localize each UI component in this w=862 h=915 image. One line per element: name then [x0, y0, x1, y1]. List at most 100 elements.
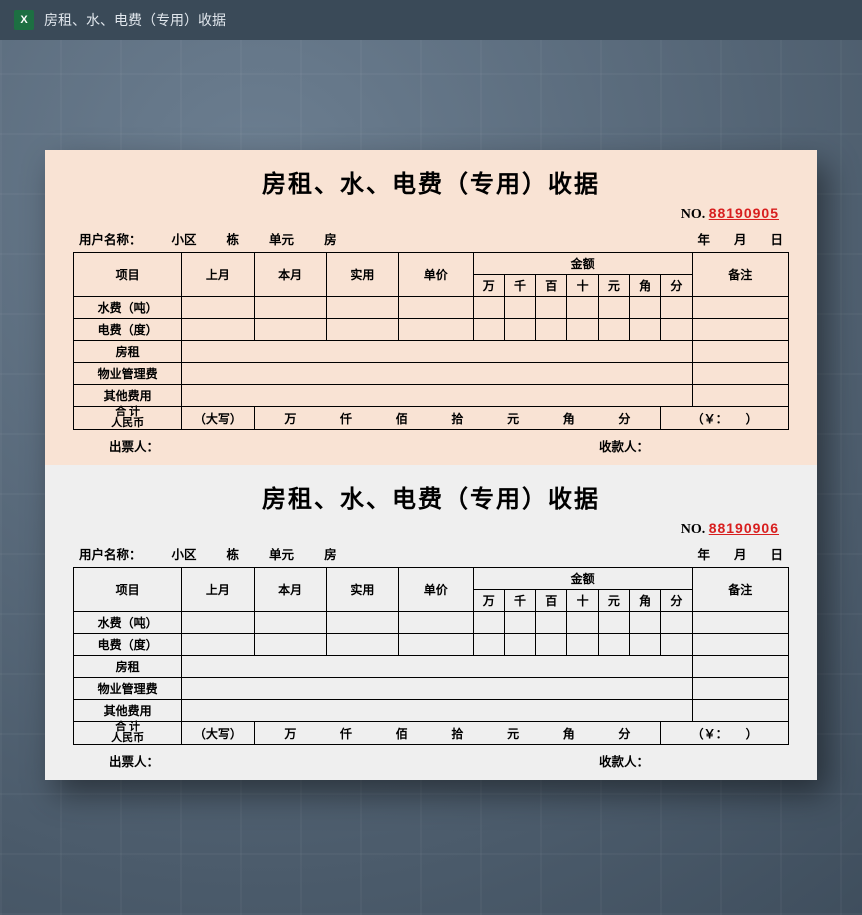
amt-shi: 十 — [567, 590, 598, 612]
excel-icon: X — [14, 10, 34, 30]
row-label: 物业管理费 — [74, 363, 182, 385]
receipt-number: 88190906 — [709, 520, 779, 536]
total-units: 万 仟 佰 拾 元 角 分 — [254, 722, 661, 745]
day-label: 日 — [770, 544, 783, 563]
amt-shi: 十 — [567, 275, 598, 297]
year-label: 年 — [697, 544, 710, 563]
row-label: 房租 — [74, 656, 182, 678]
row-label: 水费（吨） — [74, 612, 182, 634]
amt-wan: 万 — [473, 590, 504, 612]
header-row-1: 项目 上月 本月 实用 单价 金额 备注 — [74, 253, 789, 275]
month-label: 月 — [734, 544, 747, 563]
month-label: 月 — [734, 229, 747, 248]
number-label: NO. — [681, 522, 706, 537]
user-date-line: 用户名称： 小区 栋 单元 房 年 月 日 — [73, 229, 789, 248]
row-label: 电费（度） — [74, 319, 182, 341]
receipt-number-row: NO. 88190906 — [73, 520, 789, 538]
room-label: 房 — [324, 544, 337, 563]
amt-yuan: 元 — [598, 275, 629, 297]
total-row: 合 计人民币 （大写） 万 仟 佰 拾 元 角 分 （￥： — [74, 722, 789, 745]
col-amount: 金额 — [473, 568, 692, 590]
table-row: 其他费用 — [74, 700, 789, 722]
date-fields: 年 月 日 — [697, 229, 783, 248]
total-label: 合 计人民币 — [74, 407, 182, 430]
amt-qian: 千 — [504, 275, 535, 297]
receipt-title: 房租、水、电费（专用）收据 — [73, 479, 789, 514]
day-label: 日 — [770, 229, 783, 248]
amt-jiao: 角 — [630, 275, 661, 297]
receipt-1: 房租、水、电费（专用）收据 NO. 88190905 用户名称： 小区 栋 单元… — [45, 150, 817, 465]
amt-fen: 分 — [661, 275, 692, 297]
year-label: 年 — [697, 229, 710, 248]
row-label: 水费（吨） — [74, 297, 182, 319]
table-row: 物业管理费 — [74, 363, 789, 385]
col-price: 单价 — [398, 568, 473, 612]
amt-fen: 分 — [661, 590, 692, 612]
row-label: 其他费用 — [74, 700, 182, 722]
user-label: 用户名称： — [79, 229, 142, 248]
payee-label: 收款人： — [599, 751, 779, 770]
table-row: 电费（度） — [74, 634, 789, 656]
table-row: 房租 — [74, 656, 789, 678]
drawer-label: 出票人： — [109, 436, 599, 455]
table-row: 电费（度） — [74, 319, 789, 341]
title-bar: X 房租、水、电费（专用）收据 — [0, 0, 862, 40]
date-fields: 年 月 日 — [697, 544, 783, 563]
row-label: 其他费用 — [74, 385, 182, 407]
col-note: 备注 — [692, 568, 788, 612]
table-row: 水费（吨） — [74, 612, 789, 634]
user-label: 用户名称： — [79, 544, 142, 563]
user-fields: 用户名称： 小区 栋 单元 房 — [79, 229, 697, 248]
total-yen: （￥： ） — [661, 722, 789, 745]
amt-jiao: 角 — [630, 590, 661, 612]
col-item: 项目 — [74, 568, 182, 612]
total-units: 万 仟 佰 拾 元 角 分 — [254, 407, 661, 430]
col-price: 单价 — [398, 253, 473, 297]
footer-line: 出票人： 收款人： — [73, 430, 789, 455]
district-label: 小区 — [172, 544, 197, 563]
amt-wan: 万 — [473, 275, 504, 297]
table-row: 房租 — [74, 341, 789, 363]
row-label: 物业管理费 — [74, 678, 182, 700]
col-this: 本月 — [254, 568, 326, 612]
receipt-2: 房租、水、电费（专用）收据 NO. 88190906 用户名称： 小区 栋 单元… — [45, 465, 817, 780]
stage: 房租、水、电费（专用）收据 NO. 88190905 用户名称： 小区 栋 单元… — [0, 40, 862, 780]
row-label: 电费（度） — [74, 634, 182, 656]
footer-line: 出票人： 收款人： — [73, 745, 789, 770]
total-yen: （￥： ） — [661, 407, 789, 430]
total-label: 合 计人民币 — [74, 722, 182, 745]
number-label: NO. — [681, 207, 706, 222]
window-title: 房租、水、电费（专用）收据 — [44, 10, 226, 30]
col-amount: 金额 — [473, 253, 692, 275]
document-paper: 房租、水、电费（专用）收据 NO. 88190905 用户名称： 小区 栋 单元… — [45, 150, 817, 780]
table-row: 物业管理费 — [74, 678, 789, 700]
col-note: 备注 — [692, 253, 788, 297]
total-row: 合 计人民币 （大写） 万 仟 佰 拾 元 角 分 （￥： — [74, 407, 789, 430]
col-last: 上月 — [182, 253, 254, 297]
amt-qian: 千 — [504, 590, 535, 612]
col-last: 上月 — [182, 568, 254, 612]
building-label: 栋 — [227, 544, 240, 563]
room-label: 房 — [324, 229, 337, 248]
table-row: 其他费用 — [74, 385, 789, 407]
building-label: 栋 — [227, 229, 240, 248]
user-date-line: 用户名称： 小区 栋 单元 房 年 月 日 — [73, 544, 789, 563]
unit-label: 单元 — [269, 544, 294, 563]
payee-label: 收款人： — [599, 436, 779, 455]
total-caption: （大写） — [182, 407, 254, 430]
user-fields: 用户名称： 小区 栋 单元 房 — [79, 544, 697, 563]
receipt-title: 房租、水、电费（专用）收据 — [73, 164, 789, 199]
table-row: 水费（吨） — [74, 297, 789, 319]
receipt-number: 88190905 — [709, 205, 779, 221]
total-caption: （大写） — [182, 722, 254, 745]
receipt-table: 项目 上月 本月 实用 单价 金额 备注 万 千 百 十 元 角 分 — [73, 252, 789, 430]
col-item: 项目 — [74, 253, 182, 297]
drawer-label: 出票人： — [109, 751, 599, 770]
amt-bai: 百 — [536, 275, 567, 297]
unit-label: 单元 — [269, 229, 294, 248]
receipt-number-row: NO. 88190905 — [73, 205, 789, 223]
district-label: 小区 — [172, 229, 197, 248]
col-used: 实用 — [326, 568, 398, 612]
row-label: 房租 — [74, 341, 182, 363]
receipt-table: 项目 上月 本月 实用 单价 金额 备注 万 千 百 十 元 角 分 — [73, 567, 789, 745]
